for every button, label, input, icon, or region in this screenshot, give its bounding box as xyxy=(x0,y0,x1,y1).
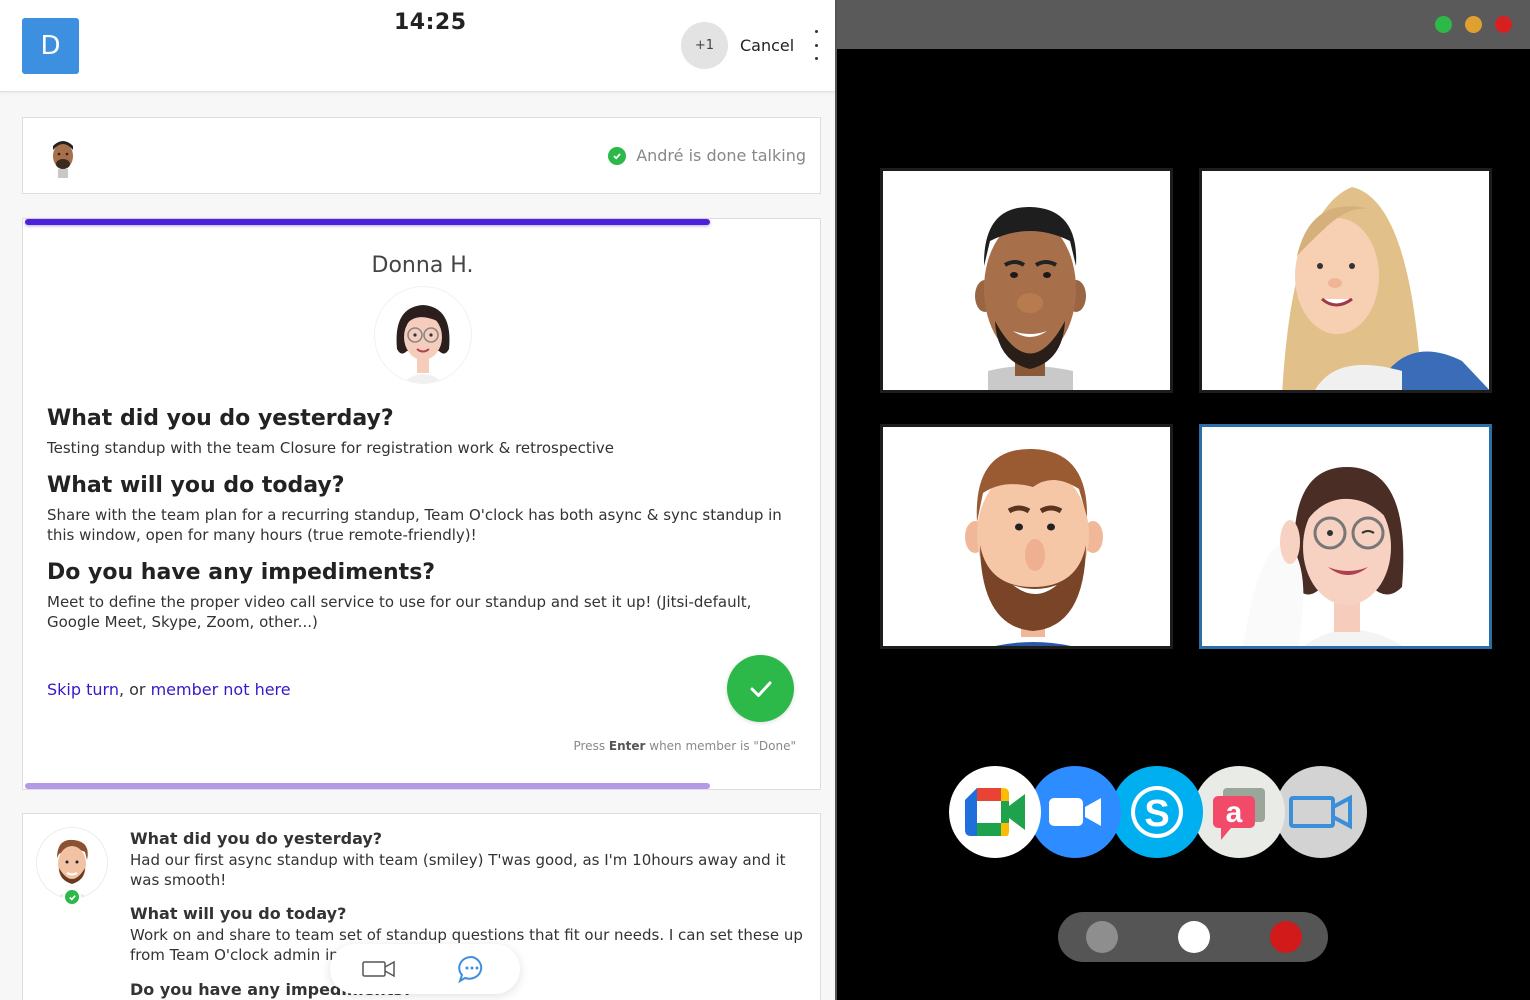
window-title-bar xyxy=(837,0,1530,49)
skip-options: Skip turn, or member not here xyxy=(47,680,291,699)
call-controls xyxy=(1058,912,1328,962)
chat-bubble-icon[interactable] xyxy=(457,954,487,988)
whereby-icon[interactable]: a xyxy=(1193,766,1285,858)
checkmark-icon xyxy=(750,681,771,697)
red-control-button[interactable] xyxy=(1270,921,1302,953)
done-button[interactable] xyxy=(727,655,794,722)
gray-control-button[interactable] xyxy=(1086,921,1118,953)
question-yesterday: What did you do yesterday? xyxy=(47,406,394,431)
cancel-button[interactable]: Cancel xyxy=(740,36,794,55)
check-icon xyxy=(608,146,627,165)
question-today: What will you do today? xyxy=(47,473,345,498)
done-status: André is done talking xyxy=(608,146,806,165)
team-logo[interactable]: D xyxy=(22,18,79,74)
video-tile-andre[interactable] xyxy=(880,168,1173,393)
top-bar: D 14:25 +1 Cancel xyxy=(0,0,835,92)
standup-panel: D 14:25 +1 Cancel André is done talking … xyxy=(0,0,835,1000)
video-service-options: S a xyxy=(949,766,1369,858)
video-tile-donna[interactable] xyxy=(1199,424,1492,649)
answered-check-icon xyxy=(63,888,81,906)
skype-icon[interactable]: S xyxy=(1111,766,1203,858)
async-question-today: What will you do today? xyxy=(130,904,347,923)
member-not-here-link[interactable]: member not here xyxy=(151,680,291,699)
video-tile-blonde-woman[interactable] xyxy=(1199,168,1492,393)
svg-text:a: a xyxy=(1226,796,1243,829)
zoom-icon[interactable] xyxy=(1029,766,1121,858)
answer-impediments: Meet to define the proper video call ser… xyxy=(47,593,752,631)
skip-turn-link[interactable]: Skip turn xyxy=(47,680,119,699)
press-enter-hint: Press Enter when member is "Done" xyxy=(573,739,796,753)
answer-today: Share with the team plan for a recurring… xyxy=(47,506,782,544)
standup-timer: 14:25 xyxy=(394,10,467,35)
video-tile-bearded-man[interactable] xyxy=(880,424,1173,649)
turn-progress-bar-bottom xyxy=(25,783,710,789)
floating-toolbar xyxy=(330,944,520,994)
minimize-window-button[interactable] xyxy=(1465,16,1482,33)
andre-avatar xyxy=(53,141,73,178)
done-status-text: André is done talking xyxy=(636,146,806,165)
close-window-button[interactable] xyxy=(1495,16,1512,33)
white-control-button[interactable] xyxy=(1178,921,1210,953)
answer-yesterday: Testing standup with the team Closure fo… xyxy=(47,439,615,457)
async-question-yesterday: What did you do yesterday? xyxy=(130,829,383,848)
video-camera-icon[interactable] xyxy=(362,960,396,982)
maximize-window-button[interactable] xyxy=(1435,16,1452,33)
more-options-icon[interactable] xyxy=(808,30,824,60)
member-name: Donna H. xyxy=(371,253,474,278)
question-impediments: Do you have any impediments? xyxy=(47,560,436,585)
current-member-card: Donna H. What did you do yesterday? Test… xyxy=(22,218,821,790)
jitsi-video-icon[interactable] xyxy=(1275,766,1367,858)
async-answer-yesterday: Had our first async standup with team (s… xyxy=(130,851,786,889)
extra-participants-badge[interactable]: +1 xyxy=(681,22,728,69)
skip-separator: , or xyxy=(118,680,151,699)
svg-text:S: S xyxy=(1144,793,1169,835)
google-meet-icon[interactable] xyxy=(949,766,1041,858)
donna-avatar xyxy=(375,287,471,383)
previous-member-card: André is done talking xyxy=(22,117,821,194)
video-call-window: S a xyxy=(835,0,1530,1000)
turn-progress-bar xyxy=(25,219,710,225)
